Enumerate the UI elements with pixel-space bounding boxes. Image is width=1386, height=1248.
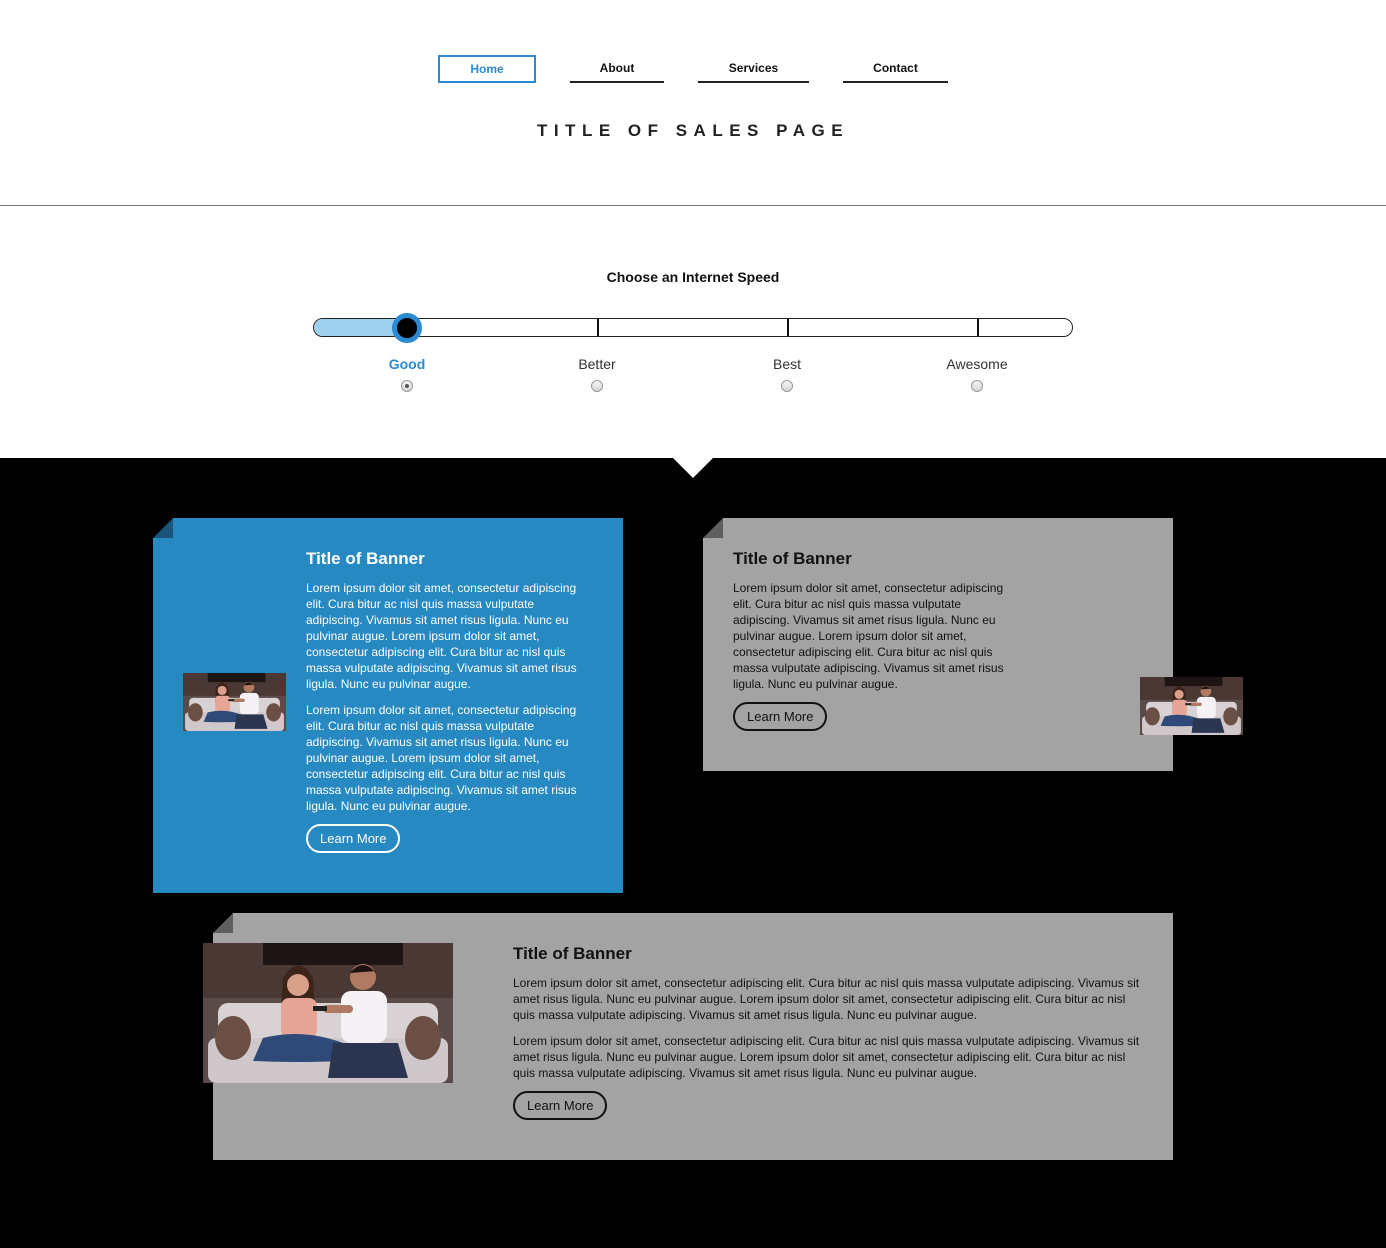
banner-title: Title of Banner <box>733 549 852 568</box>
main-navigation: Home About Services Contact <box>0 55 1386 85</box>
speed-option-radio-good[interactable] <box>401 380 413 392</box>
banner-title: Title of Banner <box>306 549 425 568</box>
page-fold-corner <box>213 913 233 933</box>
header-divider <box>0 205 1386 206</box>
banner-title: Title of Banner <box>513 944 632 963</box>
banner-paragraph: Lorem ipsum dolor sit amet, consectetur … <box>733 581 1004 691</box>
couple-on-couch-photo <box>183 673 286 731</box>
speed-slider-handle[interactable] <box>392 313 422 343</box>
section-pointer <box>673 458 713 478</box>
nav-services[interactable]: Services <box>698 55 809 83</box>
speed-option-radio-better[interactable] <box>591 380 603 392</box>
speed-slider-track[interactable] <box>313 318 1073 337</box>
banner-card-better: Title of Banner Lorem ipsum dolor sit am… <box>703 518 1173 771</box>
speed-option-label-better[interactable]: Better <box>537 356 657 372</box>
speed-option-label-awesome[interactable]: Awesome <box>917 356 1037 372</box>
banner-card-good: Title of Banner Lorem ipsum dolor sit am… <box>153 518 623 893</box>
nav-contact[interactable]: Contact <box>843 55 948 83</box>
speed-slider-tick <box>597 319 599 336</box>
nav-about[interactable]: About <box>570 55 664 83</box>
page-title: TITLE OF SALES PAGE <box>536 121 850 140</box>
nav-home[interactable]: Home <box>438 55 536 83</box>
speed-option-label-good[interactable]: Good <box>347 356 467 372</box>
banner-paragraph: Lorem ipsum dolor sit amet, consectetur … <box>513 1034 1140 1080</box>
learn-more-button[interactable]: Learn More <box>733 702 828 731</box>
couple-on-couch-photo <box>203 943 453 1083</box>
learn-more-button[interactable]: Learn More <box>513 1091 608 1120</box>
page-fold-corner <box>153 518 173 538</box>
speed-option-radio-best[interactable] <box>781 380 793 392</box>
banner-paragraph: Lorem ipsum dolor sit amet, consectetur … <box>513 976 1140 1022</box>
banner-paragraph: Lorem ipsum dolor sit amet, consectetur … <box>306 581 577 691</box>
speed-option-radio-awesome[interactable] <box>971 380 983 392</box>
couple-on-couch-photo <box>1140 677 1243 735</box>
speed-option-label-best[interactable]: Best <box>727 356 847 372</box>
learn-more-button[interactable]: Learn More <box>306 824 401 853</box>
page-fold-corner <box>703 518 723 538</box>
speed-slider-tick <box>977 319 979 336</box>
speed-slider-tick <box>787 319 789 336</box>
speed-heading: Choose an Internet Speed <box>606 269 780 285</box>
banner-paragraph: Lorem ipsum dolor sit amet, consectetur … <box>306 703 577 813</box>
